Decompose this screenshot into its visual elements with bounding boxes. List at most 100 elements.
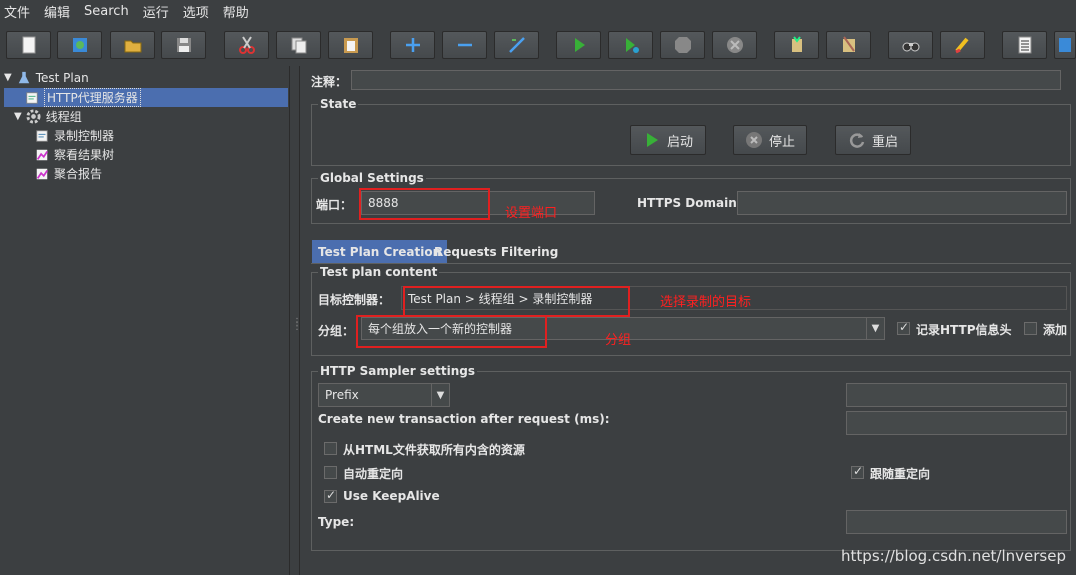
auto-redirect-checkbox[interactable] [324,466,337,479]
annotation-target-text: 选择录制的目标 [660,295,752,310]
search-button[interactable] [888,31,933,59]
thread-group-icon [26,109,42,125]
cut-button[interactable] [224,31,269,59]
start-icon [646,133,658,147]
menu-search[interactable]: Search [84,4,129,19]
start-proxy-button[interactable]: 启动 [630,125,706,155]
grouping-label: 分组： [318,324,355,338]
menu-options[interactable]: 选项 [183,2,209,21]
tree-item-label: HTTP代理服务器 [44,88,141,107]
tab-divider [311,263,1071,264]
open-button[interactable] [110,31,155,59]
clear-icon [791,36,802,52]
use-keepalive-checkbox[interactable] [324,488,337,503]
cut-icon [238,36,255,54]
clear-button[interactable] [774,31,819,59]
annotation-box-port [359,188,490,220]
templates-button[interactable] [57,31,102,59]
tree-item-label: 聚合报告 [54,167,103,181]
grouping-dropdown-arrow-icon[interactable]: ▼ [866,318,884,339]
start-no-pause-button[interactable] [608,31,653,59]
tab-test-plan-creation[interactable]: Test Plan Creation [312,240,448,263]
stop-button[interactable] [660,31,705,59]
open-icon [124,40,141,53]
stop-label: 停止 [768,134,795,150]
add-assertions-checkbox[interactable] [1024,322,1037,335]
comment-input[interactable] [351,70,1061,90]
paste-button[interactable] [328,31,373,59]
record-headers-checkbox[interactable] [897,320,910,335]
panel-splitter[interactable]: ⋮ ⋮ [290,66,302,575]
tree-item-recording-controller[interactable]: 录制控制器 [34,126,114,145]
menu-edit[interactable]: 编辑 [44,2,70,21]
menu-help[interactable]: 帮助 [223,2,249,21]
follow-redirects-checkbox[interactable] [851,464,864,479]
watermark: https://blog.csdn.net/lnversep [841,547,1066,565]
restart-icon [849,133,865,148]
tab-requests-filtering[interactable]: Requests Filtering [428,240,564,263]
tree-item-test-plan[interactable]: ▼ Test Plan [4,68,89,87]
shutdown-icon [726,37,743,53]
expand-icon [405,38,420,52]
expand-all-button[interactable] [390,31,435,59]
http-sampler-settings-title: HTTP Sampler settings [318,364,477,378]
naming-scheme-value: Prefix [325,388,359,402]
annotation-port-text: 设置端口 [505,206,558,221]
clear-all-button[interactable] [826,31,871,59]
follow-redirects-label: 跟随重定向 [870,467,931,481]
collapse-icon [457,43,472,47]
global-settings-title: Global Settings [318,171,426,185]
tree-item-label: 录制控制器 [54,129,115,143]
proxy-server-icon [24,90,40,106]
start-button[interactable] [556,31,601,59]
tree-expand-arrow-icon[interactable]: ▼ [4,72,12,83]
transaction-pause-label: Create new transaction after request (ms… [318,412,610,426]
add-assertions-label: 添加 [1043,323,1068,337]
prefix-input[interactable] [846,383,1067,407]
collapse-all-button[interactable] [442,31,487,59]
help-button[interactable] [1054,31,1076,59]
menu-file[interactable]: 文件 [4,2,30,21]
tree-item-thread-group[interactable]: ▼ 线程组 [14,107,82,126]
https-domains-label: HTTPS Domains: [637,196,749,210]
save-button[interactable] [161,31,206,59]
view-results-tree-icon [34,147,50,163]
annotation-box-group [356,315,547,348]
tree-item-proxy-server[interactable]: HTTP代理服务器 [4,88,288,107]
tree-item-aggregate-report[interactable]: 聚合报告 [34,164,102,183]
new-icon [22,36,35,54]
toggle-button[interactable] [494,31,539,59]
stop-icon [745,132,762,148]
templates-icon [72,38,87,52]
tree-expand-arrow-icon[interactable]: ▼ [14,111,22,122]
copy-button[interactable] [276,31,321,59]
https-domains-input[interactable] [737,191,1067,215]
restart-label: 重启 [871,134,898,150]
search-icon [902,42,919,52]
tree-item-label: Test Plan [35,70,89,85]
test-plan-tree: ▼ Test Plan HTTP代理服务器 ▼ 线程组 录制控制器 察看结果树 … [0,66,290,575]
function-helper-icon [1018,36,1031,54]
test-plan-content-title: Test plan content [318,265,440,279]
shutdown-button[interactable] [712,31,757,59]
type-input[interactable] [846,510,1067,534]
transaction-pause-input[interactable] [846,411,1067,435]
stop-proxy-button[interactable]: 停止 [733,125,807,155]
new-button[interactable] [6,31,51,59]
recording-controller-icon [34,128,50,144]
restart-proxy-button[interactable]: 重启 [835,125,911,155]
clear-all-icon [842,36,855,52]
start-icon [574,38,585,52]
naming-scheme-dropdown-arrow-icon[interactable]: ▼ [431,384,449,406]
reset-search-button[interactable] [940,31,985,59]
state-group-title: State [318,97,359,111]
function-helper-button[interactable] [1002,31,1047,59]
menu-bar: 文件 编辑 Search 运行 选项 帮助 [0,0,1076,22]
tab-label: Test Plan Creation [318,244,442,259]
retrieve-resources-checkbox[interactable] [324,442,337,455]
tab-label: Requests Filtering [434,244,559,259]
tree-item-view-results-tree[interactable]: 察看结果树 [34,145,114,164]
menu-run[interactable]: 运行 [143,2,169,21]
tree-item-label: 察看结果树 [54,148,115,162]
copy-icon [291,37,306,54]
